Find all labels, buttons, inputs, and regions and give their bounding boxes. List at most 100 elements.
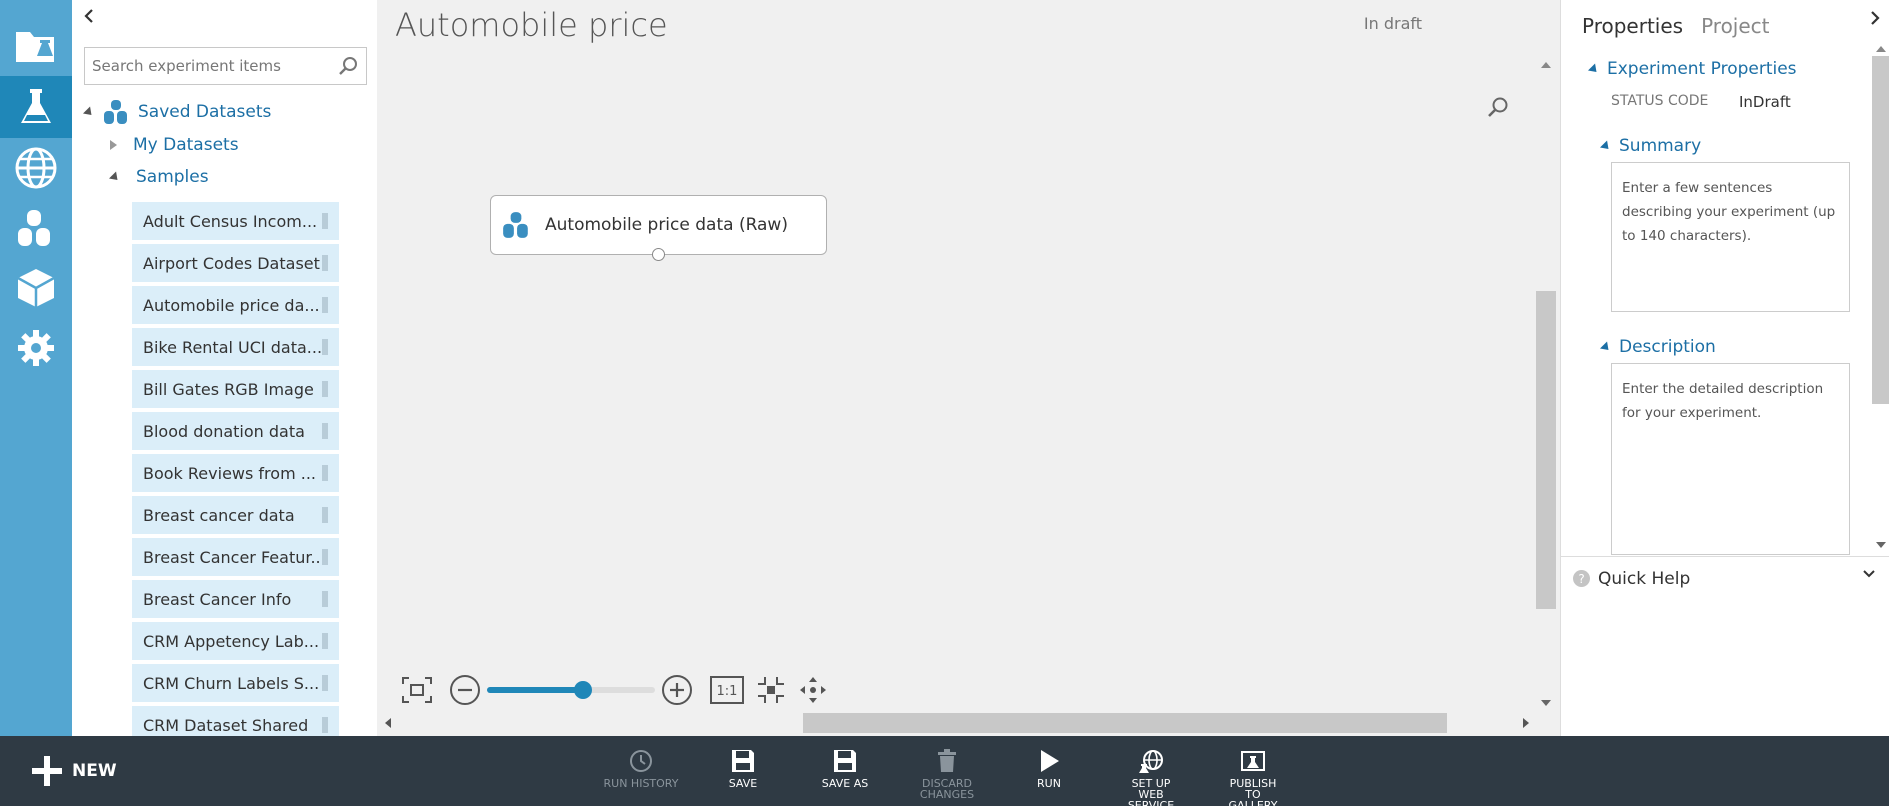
- sample-dataset-item[interactable]: Bill Gates RGB Image: [132, 370, 339, 408]
- zoom-out-button[interactable]: [447, 672, 483, 708]
- sample-dataset-item[interactable]: Breast cancer data: [132, 496, 339, 534]
- save-as-button[interactable]: SAVE AS: [800, 748, 890, 789]
- scroll-left-icon[interactable]: [385, 718, 391, 728]
- scroll-down-icon[interactable]: [1876, 542, 1886, 548]
- drag-handle-icon[interactable]: [322, 633, 328, 649]
- scroll-up-icon[interactable]: [1541, 62, 1551, 68]
- properties-scrollbar[interactable]: [1870, 40, 1889, 550]
- drag-handle-icon[interactable]: [322, 381, 328, 397]
- tab-project[interactable]: Project: [1701, 14, 1769, 38]
- nav-settings[interactable]: [0, 318, 72, 378]
- sample-dataset-item[interactable]: CRM Churn Labels S...: [132, 664, 339, 702]
- search-input[interactable]: [85, 48, 325, 84]
- left-nav: [0, 0, 72, 736]
- canvas-horizontal-scrollbar[interactable]: [377, 712, 1537, 734]
- sample-dataset-item[interactable]: Book Reviews from ...: [132, 454, 339, 492]
- drag-handle-icon[interactable]: [322, 549, 328, 565]
- chevron-left-icon: [84, 9, 93, 23]
- nav-projects[interactable]: [0, 16, 72, 76]
- discard-changes-label: DISCARD CHANGES: [919, 777, 975, 801]
- drag-handle-icon[interactable]: [322, 255, 328, 271]
- nav-trained-models[interactable]: [0, 258, 72, 318]
- publish-to-gallery-button[interactable]: PUBLISH TO GALLERY: [1208, 748, 1298, 806]
- section-summary[interactable]: Summary: [1599, 136, 1701, 156]
- new-button[interactable]: NEW: [32, 756, 117, 786]
- pan-button[interactable]: [795, 672, 831, 708]
- description-field[interactable]: Enter the detailed description for your …: [1611, 363, 1850, 555]
- quick-help-label: Quick Help: [1598, 568, 1691, 589]
- scroll-down-icon[interactable]: [1541, 700, 1551, 706]
- experiment-title[interactable]: Automobile price: [395, 6, 668, 44]
- zoom-toolbar: 1:1: [399, 672, 831, 708]
- properties-scroll-thumb[interactable]: [1872, 56, 1889, 404]
- canvas-vscroll-thumb[interactable]: [1536, 291, 1556, 609]
- collapse-palette-button[interactable]: [82, 8, 96, 29]
- collapse-properties-button[interactable]: [1869, 10, 1881, 31]
- sample-dataset-item[interactable]: Automobile price da...: [132, 286, 339, 324]
- search-icon[interactable]: [1487, 96, 1509, 118]
- module-node-automobile-price-data[interactable]: Automobile price data (Raw): [490, 195, 827, 261]
- actual-size-button[interactable]: 1:1: [709, 672, 745, 708]
- drag-handle-icon[interactable]: [322, 465, 328, 481]
- zoom-to-selection-button[interactable]: [753, 672, 789, 708]
- run-history-button[interactable]: RUN HISTORY: [596, 748, 686, 789]
- nav-web-services[interactable]: [0, 138, 72, 198]
- drag-handle-icon[interactable]: [322, 339, 328, 355]
- section-description[interactable]: Description: [1599, 337, 1716, 357]
- sample-dataset-item[interactable]: Bike Rental UCI data...: [132, 328, 339, 366]
- drag-handle-icon[interactable]: [322, 591, 328, 607]
- drag-handle-icon[interactable]: [322, 717, 328, 733]
- status-code-key: STATUS CODE: [1611, 93, 1709, 109]
- cube-icon: [17, 269, 55, 307]
- collapsed-triangle-icon[interactable]: [110, 140, 117, 150]
- sample-dataset-label: Breast Cancer Featur...: [143, 547, 326, 567]
- sample-dataset-item[interactable]: CRM Appetency Lab...: [132, 622, 339, 660]
- section-experiment-properties[interactable]: Experiment Properties: [1587, 59, 1797, 79]
- sample-dataset-item[interactable]: Airport Codes Dataset: [132, 244, 339, 282]
- sample-dataset-item[interactable]: Breast Cancer Info: [132, 580, 339, 618]
- gallery-icon: [1241, 751, 1265, 771]
- scroll-right-icon[interactable]: [1523, 718, 1529, 728]
- zoom-slider-thumb[interactable]: [573, 681, 592, 699]
- expand-triangle-icon[interactable]: [108, 170, 122, 184]
- experiment-canvas[interactable]: Automobile price In draft Automobile pri…: [377, 0, 1560, 736]
- scroll-up-icon[interactable]: [1876, 46, 1886, 52]
- sample-list: Adult Census Incom... Airport Codes Datas…: [72, 202, 342, 736]
- tab-properties[interactable]: Properties: [1582, 14, 1683, 38]
- drag-handle-icon[interactable]: [322, 675, 328, 691]
- section-experiment-label: Experiment Properties: [1607, 59, 1797, 79]
- sample-dataset-item[interactable]: CRM Dataset Shared: [132, 706, 339, 736]
- fit-to-screen-button[interactable]: [399, 672, 435, 708]
- sample-dataset-item[interactable]: Breast Cancer Featur...: [132, 538, 339, 576]
- zoom-selection-icon: [758, 677, 784, 703]
- save-as-label: SAVE AS: [821, 777, 869, 790]
- set-up-web-service-button[interactable]: SET UP WEB SERVICE: [1106, 748, 1196, 806]
- summary-field[interactable]: Enter a few sentences describing your ex…: [1611, 162, 1850, 312]
- drag-handle-icon[interactable]: [322, 507, 328, 523]
- projects-folder-icon: [16, 32, 54, 62]
- save-button[interactable]: SAVE: [698, 748, 788, 789]
- chevron-down-icon[interactable]: [1862, 569, 1876, 579]
- drag-handle-icon[interactable]: [322, 423, 328, 439]
- drag-handle-icon[interactable]: [322, 297, 328, 313]
- search-icon[interactable]: [338, 56, 358, 76]
- quick-help-bar[interactable]: ? Quick Help: [1561, 556, 1889, 600]
- tree-node-my-datasets[interactable]: My Datasets: [72, 129, 342, 161]
- sample-dataset-item[interactable]: Adult Census Incom...: [132, 202, 339, 240]
- expand-triangle-icon[interactable]: [82, 105, 96, 119]
- discard-changes-button[interactable]: DISCARD CHANGES: [902, 748, 992, 800]
- canvas-hscroll-thumb[interactable]: [803, 713, 1447, 733]
- zoom-in-button[interactable]: [659, 672, 695, 708]
- zoom-slider[interactable]: [487, 681, 655, 699]
- drag-handle-icon[interactable]: [322, 213, 328, 229]
- output-port[interactable]: [652, 248, 665, 261]
- sample-dataset-item[interactable]: Blood donation data: [132, 412, 339, 450]
- canvas-vertical-scrollbar[interactable]: [1535, 56, 1557, 706]
- tree-node-samples[interactable]: Samples: [72, 161, 342, 193]
- datasets-icon: [104, 100, 127, 124]
- nav-experiments[interactable]: [0, 76, 72, 138]
- command-bar: NEW RUN HISTORY SAVE SAVE AS DISCARD CHA…: [0, 736, 1889, 806]
- run-button[interactable]: RUN: [1004, 748, 1094, 789]
- tree-node-saved-datasets[interactable]: Saved Datasets: [72, 96, 342, 128]
- nav-datasets[interactable]: [0, 198, 72, 258]
